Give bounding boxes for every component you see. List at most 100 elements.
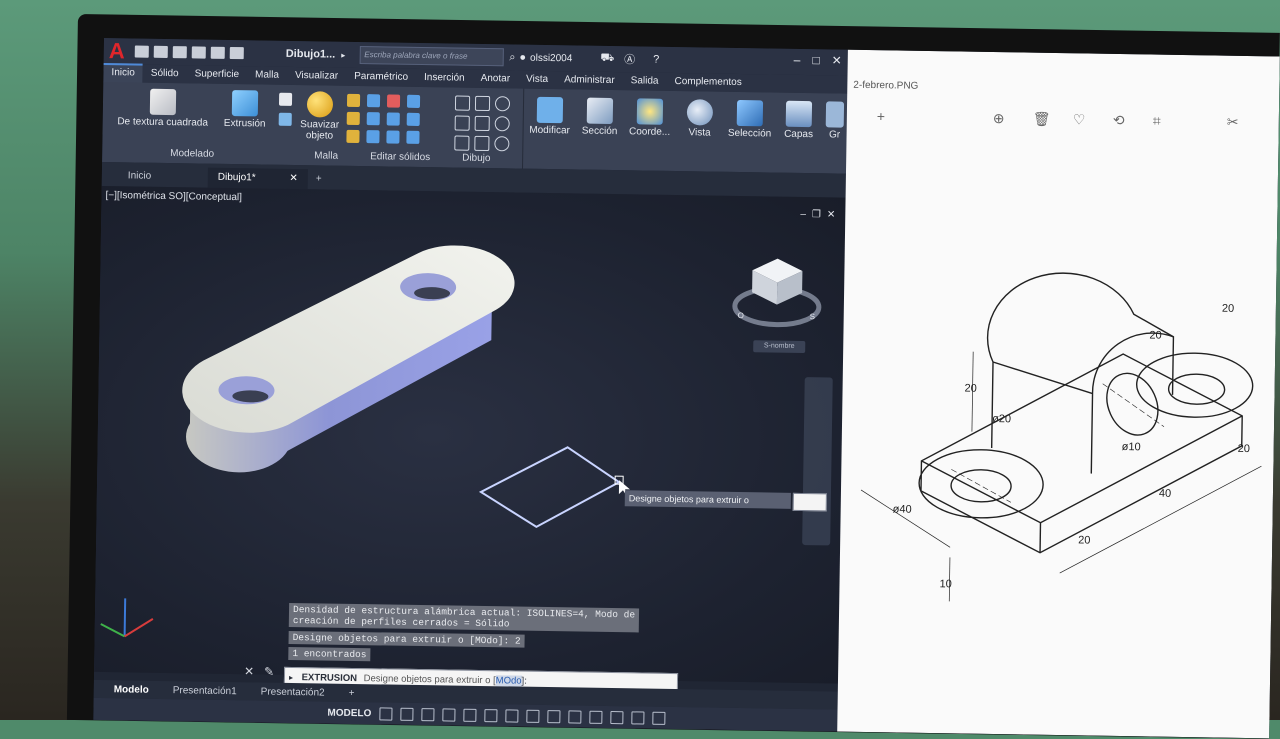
command-customize-icon[interactable]: ✎ (264, 665, 274, 679)
rotate-icon[interactable]: ⟲ (1113, 112, 1125, 129)
panel-modelado[interactable]: Modelado (170, 148, 214, 160)
separate-icon[interactable] (406, 130, 420, 144)
navigation-bar[interactable] (802, 377, 833, 546)
shell-icon[interactable] (386, 112, 400, 126)
save-icon[interactable] (172, 46, 187, 59)
small-shape-icon[interactable] (278, 112, 292, 126)
dynamic-input-field[interactable] (792, 492, 827, 512)
intersect-icon[interactable] (406, 94, 421, 108)
modificar-button[interactable]: Modificar (527, 96, 574, 137)
delete-icon[interactable]: 🗑 (1033, 111, 1051, 128)
undo-icon[interactable] (229, 46, 244, 60)
mesh-tool-2-icon[interactable] (346, 111, 360, 126)
grid-icon[interactable] (379, 706, 393, 721)
tab-complementos[interactable]: Complementos (666, 73, 750, 92)
search-input[interactable]: Escriba palabra clave o frase (359, 46, 504, 67)
imprint-icon[interactable] (406, 112, 420, 126)
autodesk-a-icon[interactable]: Ⓐ (624, 51, 635, 67)
rectangle-icon[interactable] (474, 135, 490, 152)
polar-icon[interactable] (442, 707, 456, 722)
edit-icon[interactable]: ✂ (1227, 114, 1239, 131)
coordenadas-button[interactable]: Coorde... (627, 98, 674, 138)
polygon-icon[interactable] (454, 135, 470, 151)
layout-tab-presentacion1[interactable]: Presentación1 (161, 684, 249, 697)
capas-button[interactable]: Capas (778, 100, 819, 141)
drawing-viewport[interactable]: [−][Isométrica SO][Conceptual] – ❐ ✕ O S… (94, 185, 846, 684)
suavizar-objeto-button[interactable]: Suavizar objeto (298, 91, 341, 142)
small-box-icon[interactable] (278, 92, 293, 106)
favorite-icon[interactable]: ♡ (1073, 111, 1086, 128)
autocad-logo-icon[interactable]: A (104, 38, 130, 64)
panel-malla[interactable]: Malla (314, 150, 338, 161)
mesh-tool-1-icon[interactable] (346, 93, 361, 108)
tab-visualizar[interactable]: Visualizar (287, 67, 346, 86)
help-icon[interactable]: ? (653, 54, 659, 66)
search-icon[interactable]: ⌕ (509, 51, 515, 64)
extrusion-button[interactable]: Extrusión (219, 90, 272, 130)
selected-profile[interactable] (478, 446, 622, 529)
save-as-icon[interactable] (191, 46, 206, 59)
polyline-icon[interactable] (454, 95, 471, 111)
open-file-icon[interactable] (153, 45, 168, 59)
annotation-monitor-icon[interactable] (610, 710, 624, 724)
minimize-icon[interactable]: – (794, 53, 801, 67)
union-icon[interactable] (366, 94, 381, 108)
viewcube[interactable]: O S (731, 252, 822, 333)
fullscreen-icon[interactable] (631, 710, 645, 725)
donut-icon[interactable] (494, 136, 510, 152)
new-tab-icon[interactable]: + (308, 169, 330, 189)
command-close-icon[interactable]: ✕ (244, 664, 254, 678)
seccion-button[interactable]: Sección (577, 97, 624, 137)
extract-edges-icon[interactable] (386, 130, 400, 144)
command-option-modo[interactable]: MOdo (495, 675, 522, 687)
textura-cuadrada-button[interactable]: De textura cuadrada (113, 88, 214, 129)
crop-icon[interactable]: ⌗ (1153, 112, 1161, 129)
tab-parametrico[interactable]: Paramétrico (346, 68, 416, 87)
add-icon[interactable]: + (877, 108, 885, 124)
workspace-gear-icon[interactable] (589, 710, 603, 724)
print-icon[interactable] (210, 46, 225, 59)
circle-icon[interactable] (494, 96, 511, 112)
transparency-icon[interactable] (526, 709, 540, 723)
panel-editar-solidos[interactable]: Editar sólidos (370, 151, 430, 163)
layout-tab-modelo[interactable]: Modelo (102, 684, 161, 696)
new-file-icon[interactable] (134, 45, 149, 58)
isodraft-icon[interactable] (463, 708, 477, 722)
selection-cycling-icon[interactable] (547, 709, 561, 723)
panel-dibujo[interactable]: Dibujo (462, 153, 491, 164)
line-icon[interactable] (474, 115, 490, 132)
seleccion-button[interactable]: Selección (724, 99, 775, 140)
arc-icon[interactable] (474, 95, 491, 112)
file-tab-inicio[interactable]: Inicio (118, 166, 208, 187)
cart-icon[interactable]: ⛟ (600, 52, 614, 66)
thicken-icon[interactable] (366, 130, 380, 144)
close-icon[interactable]: ✕ (832, 53, 842, 67)
ortho-icon[interactable] (421, 707, 435, 721)
tab-insercion[interactable]: Inserción (416, 69, 473, 88)
layout-tab-presentacion2[interactable]: Presentación2 (249, 686, 337, 698)
snap-icon[interactable] (400, 707, 414, 721)
tab-vista[interactable]: Vista (518, 71, 556, 90)
tab-solido[interactable]: Sólido (143, 65, 187, 84)
ellipse-icon[interactable] (494, 116, 510, 132)
groups-button[interactable]: Gr (822, 101, 847, 141)
viewcube-ucs-menu[interactable]: S-nombre (753, 340, 806, 354)
customization-menu-icon[interactable] (652, 711, 666, 725)
tab-salida[interactable]: Salida (623, 72, 667, 91)
extruded-plate[interactable] (181, 241, 515, 476)
tab-malla[interactable]: Malla (247, 66, 287, 85)
lineweight-icon[interactable] (505, 708, 519, 723)
slice-icon[interactable] (366, 112, 380, 126)
add-layout-icon[interactable]: + (337, 687, 367, 698)
close-tab-icon[interactable]: ✕ (289, 169, 298, 189)
mesh-tool-3-icon[interactable] (346, 129, 360, 144)
tab-superficie[interactable]: Superficie (186, 65, 247, 84)
subtract-icon[interactable] (386, 94, 401, 108)
annotation-scale-icon[interactable] (568, 709, 582, 724)
tab-anotar[interactable]: Anotar (472, 70, 518, 89)
vista-button[interactable]: Vista (676, 99, 723, 139)
user-name[interactable]: olssi2004 (530, 52, 572, 64)
zoom-icon[interactable]: ⊕ (993, 110, 1005, 127)
tab-inicio[interactable]: Inicio (103, 62, 143, 84)
maximize-icon[interactable]: □ (812, 53, 819, 67)
